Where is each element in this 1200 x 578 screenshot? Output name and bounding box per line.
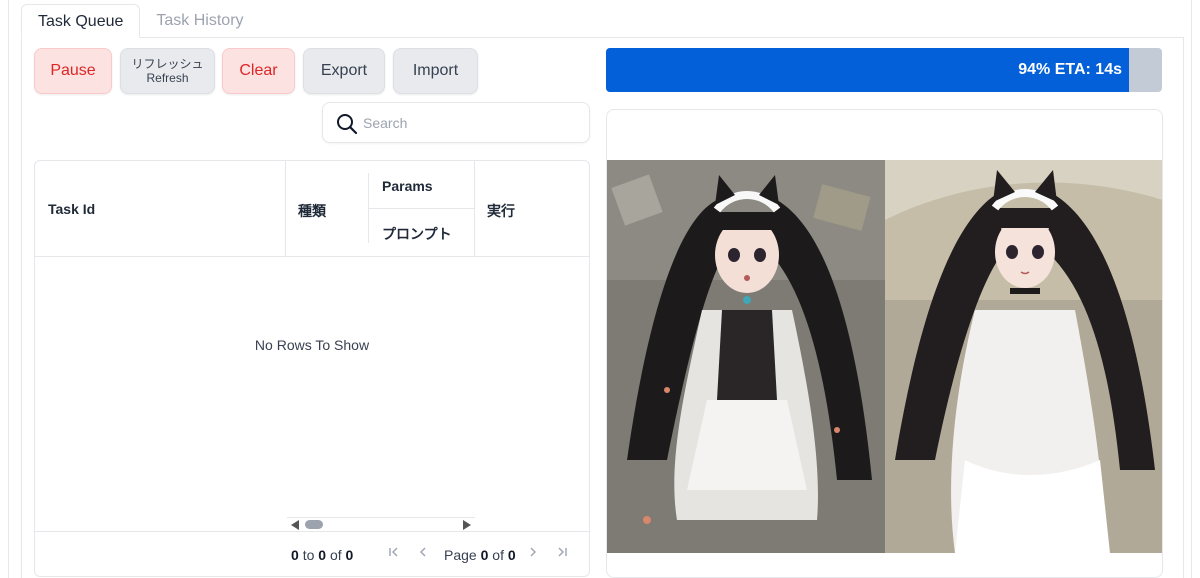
last-page-icon[interactable] <box>554 545 570 563</box>
column-header-task-id[interactable]: Task Id <box>48 201 95 217</box>
next-page-icon[interactable] <box>525 545 541 563</box>
scroll-thumb[interactable] <box>305 520 323 529</box>
scroll-left-icon[interactable] <box>291 520 299 530</box>
pause-button[interactable]: Pause <box>34 48 112 94</box>
tab-task-history[interactable]: Task History <box>140 4 259 38</box>
pagination-bar: 0 to 0 of 0 Page 0 of 0 <box>35 531 589 576</box>
row-summary: 0 to 0 of 0 <box>291 547 354 563</box>
scroll-right-icon[interactable] <box>463 520 471 530</box>
column-group-params: Params <box>382 178 433 194</box>
column-header-type[interactable]: 種類 <box>298 201 326 221</box>
empty-message: No Rows To Show <box>254 337 370 353</box>
refresh-button[interactable]: リフレッシュ Refresh <box>120 48 215 94</box>
column-header-prompt[interactable]: プロンプト <box>382 224 452 244</box>
page-indicator: Page 0 of 0 <box>444 547 516 563</box>
progress-bar: 94% ETA: 14s <box>606 48 1162 92</box>
prev-page-icon[interactable] <box>415 545 431 563</box>
import-button[interactable]: Import <box>393 48 478 94</box>
export-button[interactable]: Export <box>303 48 385 94</box>
search-input[interactable] <box>363 103 583 142</box>
progress-label: 94% ETA: 14s <box>1018 61 1122 78</box>
refresh-label-jp: リフレッシュ <box>131 57 204 71</box>
tab-bar: Task Queue Task History <box>21 4 260 38</box>
first-page-icon[interactable] <box>386 545 402 563</box>
clear-button[interactable]: Clear <box>222 48 295 94</box>
search-icon <box>337 114 358 135</box>
horizontal-scrollbar[interactable] <box>287 517 475 531</box>
search-box <box>322 102 590 143</box>
image-gallery <box>606 109 1163 578</box>
tab-task-queue[interactable]: Task Queue <box>21 4 141 38</box>
grid-header: Task Id 種類 Params プロンプト 実行 <box>35 161 589 257</box>
refresh-label-en: Refresh <box>146 71 189 85</box>
gallery-image-2[interactable] <box>885 160 1162 553</box>
column-header-execute[interactable]: 実行 <box>487 201 515 221</box>
task-grid: Task Id 種類 Params プロンプト 実行 No Rows To Sh… <box>34 160 590 577</box>
gallery-image-1[interactable] <box>607 160 885 553</box>
